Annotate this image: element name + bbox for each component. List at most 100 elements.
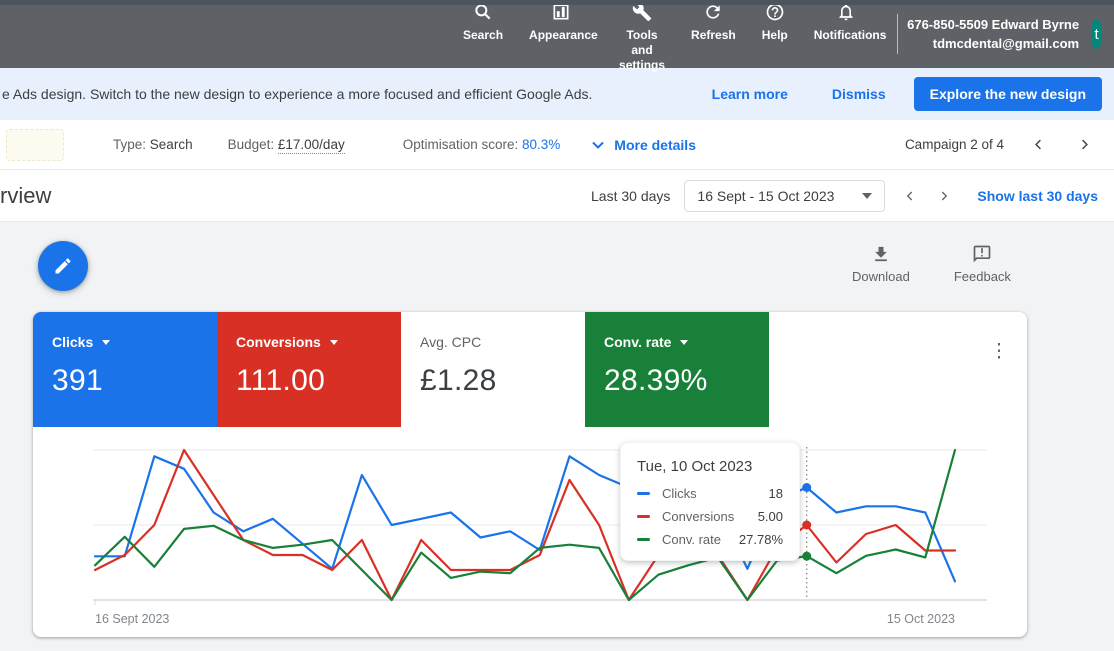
metric-conversions-label: Conversions	[236, 334, 321, 350]
campaign-type: Type: Search	[113, 137, 193, 152]
clicks-series-swatch	[637, 492, 650, 496]
account-name: 676-850-5509 Edward Byrne	[907, 15, 1079, 34]
metric-conversions-value: 111.00	[236, 364, 401, 398]
campaign-budget: Budget: £17.00/day	[228, 137, 345, 152]
overview-chart-svg	[33, 440, 1027, 640]
overview-content: Download Feedback Clicks 391 Conversions…	[0, 222, 1114, 651]
refresh-icon	[703, 2, 723, 22]
budget-label: Budget:	[228, 137, 275, 152]
nav-help-label: Help	[762, 28, 788, 43]
card-actions: Download Feedback	[852, 244, 1011, 284]
feedback-button[interactable]: Feedback	[954, 244, 1011, 284]
nav-search-label: Search	[463, 28, 503, 43]
help-icon	[765, 2, 785, 22]
pencil-icon	[53, 256, 73, 276]
metric-clicks-label: Clicks	[52, 334, 93, 350]
conversions-series-swatch	[637, 515, 650, 519]
chevron-left-icon	[904, 189, 916, 203]
more-details-link[interactable]: More details	[592, 137, 696, 153]
next-campaign-button[interactable]	[1068, 129, 1100, 161]
date-range-value: 16 Sept - 15 Oct 2023	[697, 188, 834, 204]
chevron-right-icon	[938, 189, 950, 203]
metric-conversions[interactable]: Conversions 111.00	[217, 312, 401, 427]
budget-value[interactable]: £17.00/day	[278, 137, 345, 154]
previous-period-button[interactable]	[893, 179, 927, 213]
nav-refresh[interactable]: Refresh	[678, 0, 749, 47]
chevron-right-icon	[1078, 137, 1091, 152]
next-period-button[interactable]	[927, 179, 961, 213]
chevron-down-icon	[592, 141, 604, 149]
metric-avg-cpc[interactable]: Avg. CPC £1.28	[401, 312, 585, 427]
metric-conv-rate[interactable]: Conv. rate 28.39%	[585, 312, 769, 427]
type-label: Type:	[113, 137, 146, 152]
metric-dropdown-caret-icon	[330, 340, 338, 345]
tooltip-clicks-value: 18	[769, 486, 783, 501]
tooltip-row-conversions: Conversions 5.00	[637, 509, 783, 524]
metric-clicks[interactable]: Clicks 391	[33, 312, 217, 427]
topbar-nav: Search Appearance Tools and settings Ref…	[450, 0, 891, 77]
account-info[interactable]: 676-850-5509 Edward Byrne tdmcdental@gma…	[907, 15, 1079, 53]
nav-notifications-label: Notifications	[814, 28, 878, 43]
x-axis-end-label: 15 Oct 2023	[887, 612, 955, 626]
campaign-status-chip[interactable]	[6, 129, 64, 161]
tooltip-conv-rate-label: Conv. rate	[662, 532, 739, 547]
metric-avg-cpc-value: £1.28	[420, 364, 585, 398]
metric-conv-rate-label: Conv. rate	[604, 334, 671, 350]
download-icon	[871, 244, 891, 264]
overview-header: rview Last 30 days 16 Sept - 15 Oct 2023…	[0, 170, 1114, 222]
previous-campaign-button[interactable]	[1022, 129, 1054, 161]
tooltip-conversions-label: Conversions	[662, 509, 758, 524]
banner-message: e Ads design. Switch to the new design t…	[2, 86, 592, 102]
date-range-label: Last 30 days	[591, 188, 670, 204]
nav-appearance[interactable]: Appearance	[516, 0, 606, 47]
download-button[interactable]: Download	[852, 244, 910, 284]
conv-rate-series-swatch	[637, 538, 650, 542]
nav-refresh-label: Refresh	[691, 28, 736, 43]
dropdown-caret-icon	[862, 193, 872, 199]
metric-clicks-value: 391	[52, 364, 217, 398]
page-title: rview	[0, 183, 51, 209]
chart-tooltip: Tue, 10 Oct 2023 Clicks 18 Conversions 5…	[620, 442, 800, 561]
x-axis-start-label: 16 Sept 2023	[95, 612, 169, 626]
nav-tools-settings[interactable]: Tools and settings	[606, 0, 678, 77]
tooltip-date: Tue, 10 Oct 2023	[637, 458, 783, 475]
nav-help[interactable]: Help	[749, 0, 801, 47]
metrics-row: Clicks 391 Conversions 111.00 Avg. CPC £…	[33, 312, 1027, 427]
date-range-selector[interactable]: 16 Sept - 15 Oct 2023	[684, 180, 885, 212]
campaign-pager-text: Campaign 2 of 4	[905, 137, 1004, 152]
overview-card: Clicks 391 Conversions 111.00 Avg. CPC £…	[33, 312, 1027, 637]
nav-appearance-label: Appearance	[529, 28, 593, 43]
account-email: tdmcdental@gmail.com	[907, 34, 1079, 53]
optimisation-score: Optimisation score: 80.3%	[403, 137, 561, 152]
metric-dropdown-caret-icon	[102, 340, 110, 345]
nav-notifications[interactable]: Notifications	[801, 0, 891, 47]
more-details-label: More details	[614, 137, 696, 153]
search-icon	[473, 2, 493, 22]
show-last-30-days-link[interactable]: Show last 30 days	[977, 188, 1098, 204]
card-menu-button[interactable]: ⋮	[985, 338, 1013, 366]
tooltip-conversions-value: 5.00	[758, 509, 783, 524]
tooltip-row-conv-rate: Conv. rate 27.78%	[637, 532, 783, 547]
overview-chart[interactable]: 16 Sept 2023 15 Oct 2023 Tue, 10 Oct 202…	[33, 440, 1027, 630]
metric-avg-cpc-label: Avg. CPC	[420, 334, 481, 350]
metric-conv-rate-value: 28.39%	[604, 364, 769, 398]
nav-tools-settings-label: Tools and settings	[619, 28, 665, 73]
optimisation-value: 80.3%	[522, 137, 560, 152]
learn-more-link[interactable]: Learn more	[712, 86, 788, 102]
explore-new-design-button[interactable]: Explore the new design	[914, 77, 1102, 111]
dismiss-link[interactable]: Dismiss	[832, 86, 886, 102]
tooltip-conv-rate-value: 27.78%	[739, 532, 783, 547]
edit-fab-button[interactable]	[38, 241, 88, 291]
nav-search[interactable]: Search	[450, 0, 516, 47]
optimisation-label: Optimisation score:	[403, 137, 519, 152]
wrench-icon	[632, 2, 652, 22]
download-label: Download	[852, 269, 910, 284]
appearance-icon	[551, 2, 571, 22]
topbar: Search Appearance Tools and settings Ref…	[0, 0, 1114, 68]
avatar[interactable]: t	[1091, 19, 1102, 49]
type-value: Search	[150, 137, 193, 152]
feedback-icon	[972, 244, 992, 264]
tooltip-clicks-label: Clicks	[662, 486, 769, 501]
feedback-label: Feedback	[954, 269, 1011, 284]
tooltip-row-clicks: Clicks 18	[637, 486, 783, 501]
